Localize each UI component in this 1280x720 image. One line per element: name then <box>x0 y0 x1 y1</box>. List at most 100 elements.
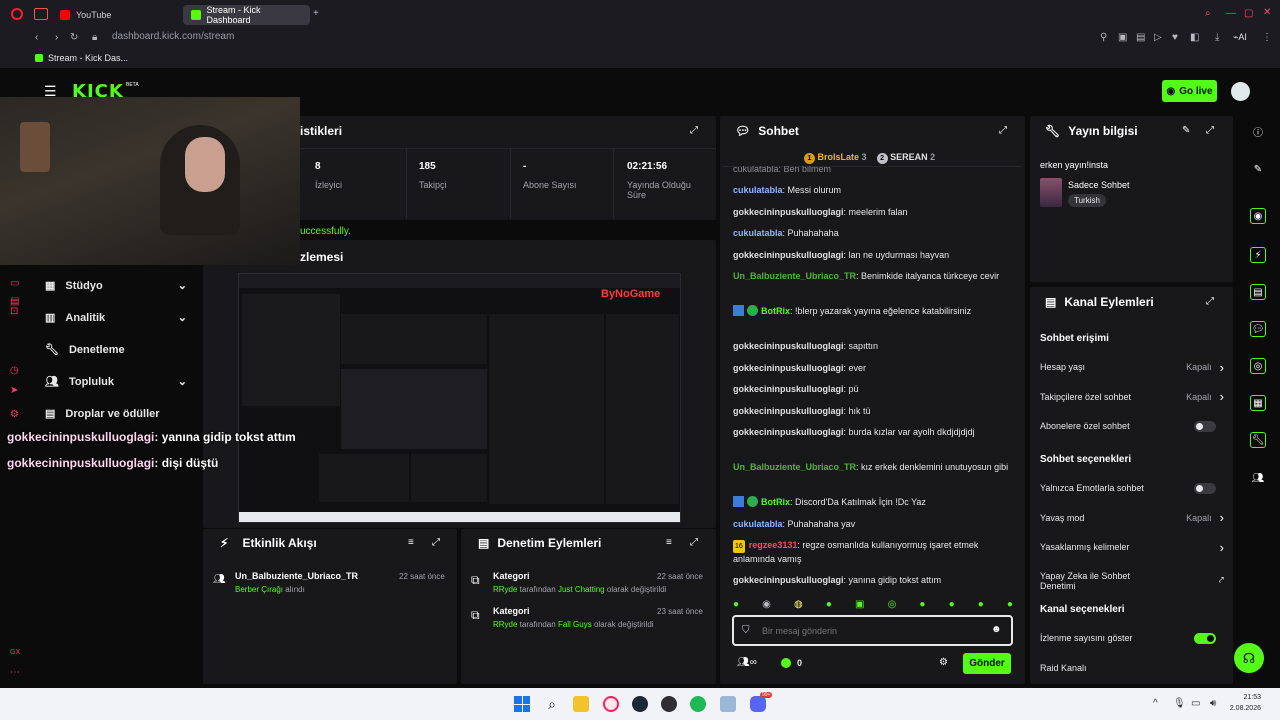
wrench-icon[interactable]: 🔧︎ <box>1250 432 1266 448</box>
go-live-button[interactable]: ◉ Go live <box>1162 80 1217 102</box>
emote-icon[interactable]: ◉ <box>762 596 771 612</box>
nav-item-studio[interactable]: ▦ Stüdyo ⌄ <box>45 279 187 293</box>
setting-control[interactable] <box>1164 632 1224 644</box>
nav-item-moderation[interactable]: 🔧︎ Denetleme <box>45 343 187 357</box>
opera-gx-icon[interactable] <box>603 696 619 712</box>
setting-control[interactable] <box>1164 420 1224 432</box>
opera-icon[interactable] <box>11 8 23 20</box>
stream-category[interactable]: Sadece Sohbet <box>1068 180 1130 190</box>
filter-icon[interactable]: ≡ <box>666 537 672 548</box>
chat-username[interactable]: cukulatabla <box>733 519 783 529</box>
setting-control[interactable]: › <box>1164 540 1224 555</box>
chat-username[interactable]: gokkecininpuskulluoglagi <box>733 384 844 394</box>
points-display[interactable]: 0 <box>781 658 802 668</box>
setting-row[interactable]: Raid Kanalı <box>1040 662 1224 674</box>
minimize-icon[interactable]: — <box>1226 8 1236 19</box>
setting-row[interactable]: Yasaklanmış kelimeler › <box>1040 540 1224 555</box>
emote-icon[interactable]: ● <box>978 596 984 612</box>
send-button[interactable]: Gönder <box>963 653 1011 674</box>
discord-icon[interactable] <box>750 696 766 712</box>
clock[interactable]: 21:53 2.08.2026 <box>1227 692 1261 714</box>
volume-icon[interactable]: 🔊︎ <box>1210 698 1216 709</box>
toggle-switch[interactable] <box>1194 483 1216 494</box>
chat-username[interactable]: gokkecininpuskulluoglagi <box>733 250 844 260</box>
emoji-icon[interactable]: ☻ <box>991 624 1002 635</box>
popout-icon[interactable]: ⤢ <box>690 537 698 548</box>
aria-ai-button[interactable]: ⌁AI <box>1233 32 1247 43</box>
stream-preview-video[interactable]: ByNoGame <box>238 273 681 523</box>
setting-control[interactable]: Kapalı › <box>1164 360 1224 375</box>
emote-icon[interactable]: ◍ <box>794 596 803 612</box>
support-chat-button[interactable]: ☊ <box>1234 643 1264 673</box>
steam-icon[interactable] <box>632 696 648 712</box>
document-icon[interactable]: ▤ <box>1250 284 1266 300</box>
chat-username[interactable]: regzee3131 <box>749 540 798 550</box>
chat-username[interactable]: gokkecininpuskulluoglagi <box>733 341 844 351</box>
studio-rail-icon[interactable]: ▭ <box>10 278 19 289</box>
chat-input-box[interactable]: ⛉ ☻ <box>732 615 1013 646</box>
popout-icon[interactable]: ⤢ <box>1206 296 1214 307</box>
chat-username[interactable]: BotRix <box>761 306 790 316</box>
popout-icon[interactable]: ⤢ <box>432 537 440 548</box>
nav-item-analytics[interactable]: ▥ Analitik ⌄ <box>45 311 187 325</box>
eye-icon[interactable]: ◉ <box>1250 208 1266 224</box>
more-rail-icon[interactable]: ⋯ <box>10 667 20 678</box>
setting-row[interactable]: Abonelere özel sohbet <box>1040 420 1224 432</box>
setting-row[interactable]: Yavaş mod Kapalı › <box>1040 510 1224 525</box>
file-explorer-icon[interactable] <box>573 696 589 712</box>
emote-icon[interactable]: ● <box>733 596 739 612</box>
history-rail-icon[interactable]: ◷ <box>10 365 19 376</box>
setting-row[interactable]: Takipçilere özel sohbet Kapalı › <box>1040 389 1224 404</box>
emote-icon[interactable]: ● <box>1007 596 1013 612</box>
reload-icon[interactable]: ↻ <box>70 32 78 43</box>
chat-username[interactable]: gokkecininpuskulluoglagi <box>733 575 844 585</box>
player-icon[interactable]: ▷ <box>1154 32 1162 43</box>
stream-tag[interactable]: Turkish <box>1068 194 1106 207</box>
settings-icon[interactable]: ⚙︎ <box>939 657 948 668</box>
setting-control[interactable]: Kapalı › <box>1164 510 1224 525</box>
popout-icon[interactable]: ⤢ <box>1206 125 1214 136</box>
network-icon[interactable]: ▭ <box>1191 698 1200 709</box>
broadcast-icon[interactable]: ◎ <box>1250 358 1266 374</box>
back-icon[interactable]: ‹ <box>35 32 38 43</box>
chat-input[interactable] <box>762 623 982 639</box>
top-supporter[interactable]: 1 BrolsLate 3 <box>804 152 867 164</box>
extensions-icon[interactable]: ◧ <box>1190 32 1199 43</box>
chat-bubble-icon[interactable]: 💬︎ <box>1250 321 1266 337</box>
setting-row[interactable]: Yalnızca Emotlarla sohbet <box>1040 482 1224 494</box>
chat-username[interactable]: BotRix <box>761 497 790 507</box>
heart-icon[interactable]: ♥ <box>1172 32 1178 43</box>
chat-username[interactable]: cukulatabla <box>733 228 783 238</box>
download-icon[interactable]: ⤓ <box>1215 32 1219 43</box>
setting-row[interactable]: Hesap yaşı Kapalı › <box>1040 360 1224 375</box>
community-icon[interactable]: 👥︎ <box>1250 470 1266 486</box>
pin-icon[interactable]: ⚲ <box>1100 32 1107 43</box>
edit-icon[interactable]: ✎ <box>1182 125 1190 136</box>
tab-youtube[interactable]: YouTube <box>52 5 178 25</box>
emote-icon[interactable]: ▣ <box>855 596 864 612</box>
tray-chevron-icon[interactable]: ^ <box>1153 698 1158 709</box>
wallet-icon[interactable]: ▤ <box>1136 32 1145 43</box>
info-icon[interactable]: ⓘ <box>1250 123 1266 139</box>
chat-username[interactable]: cukulatabla <box>733 185 783 195</box>
arrow-rail-icon[interactable]: ➤ <box>10 385 18 396</box>
tab-kick-dashboard[interactable]: Stream - Kick Dashboard <box>183 5 310 25</box>
chat-username[interactable]: gokkecininpuskulluoglagi <box>733 363 844 373</box>
obs-icon[interactable] <box>661 696 677 712</box>
setting-row[interactable]: Yapay Zeka ile Sohbet Denetimi ⤤ <box>1040 571 1224 591</box>
chat-username[interactable]: gokkecininpuskulluoglagi <box>733 406 844 416</box>
popout-icon[interactable]: ⤢ <box>999 125 1007 136</box>
maximize-icon[interactable]: ▢ <box>1244 8 1253 19</box>
chat-username[interactable]: gokkecininpuskulluoglagi <box>733 207 844 217</box>
top-supporter[interactable]: 2 SEREAN 2 <box>876 152 935 164</box>
windows-start-icon[interactable] <box>514 696 530 712</box>
setting-row[interactable]: İzlenme sayısını göster <box>1040 632 1224 644</box>
microphone-icon[interactable]: 🎙︎ <box>1173 698 1186 709</box>
snapshot-icon[interactable]: ▣ <box>1118 32 1127 43</box>
search-icon[interactable]: ⌕ <box>544 696 560 712</box>
emote-icon[interactable]: ◎ <box>888 596 897 612</box>
emote-icon[interactable]: ● <box>919 596 925 612</box>
nav-item-drops[interactable]: ▤ Droplar ve ödüller <box>45 407 205 421</box>
twitch-rail-icon[interactable]: ⊡ <box>10 306 18 317</box>
setting-control[interactable] <box>1164 662 1224 674</box>
